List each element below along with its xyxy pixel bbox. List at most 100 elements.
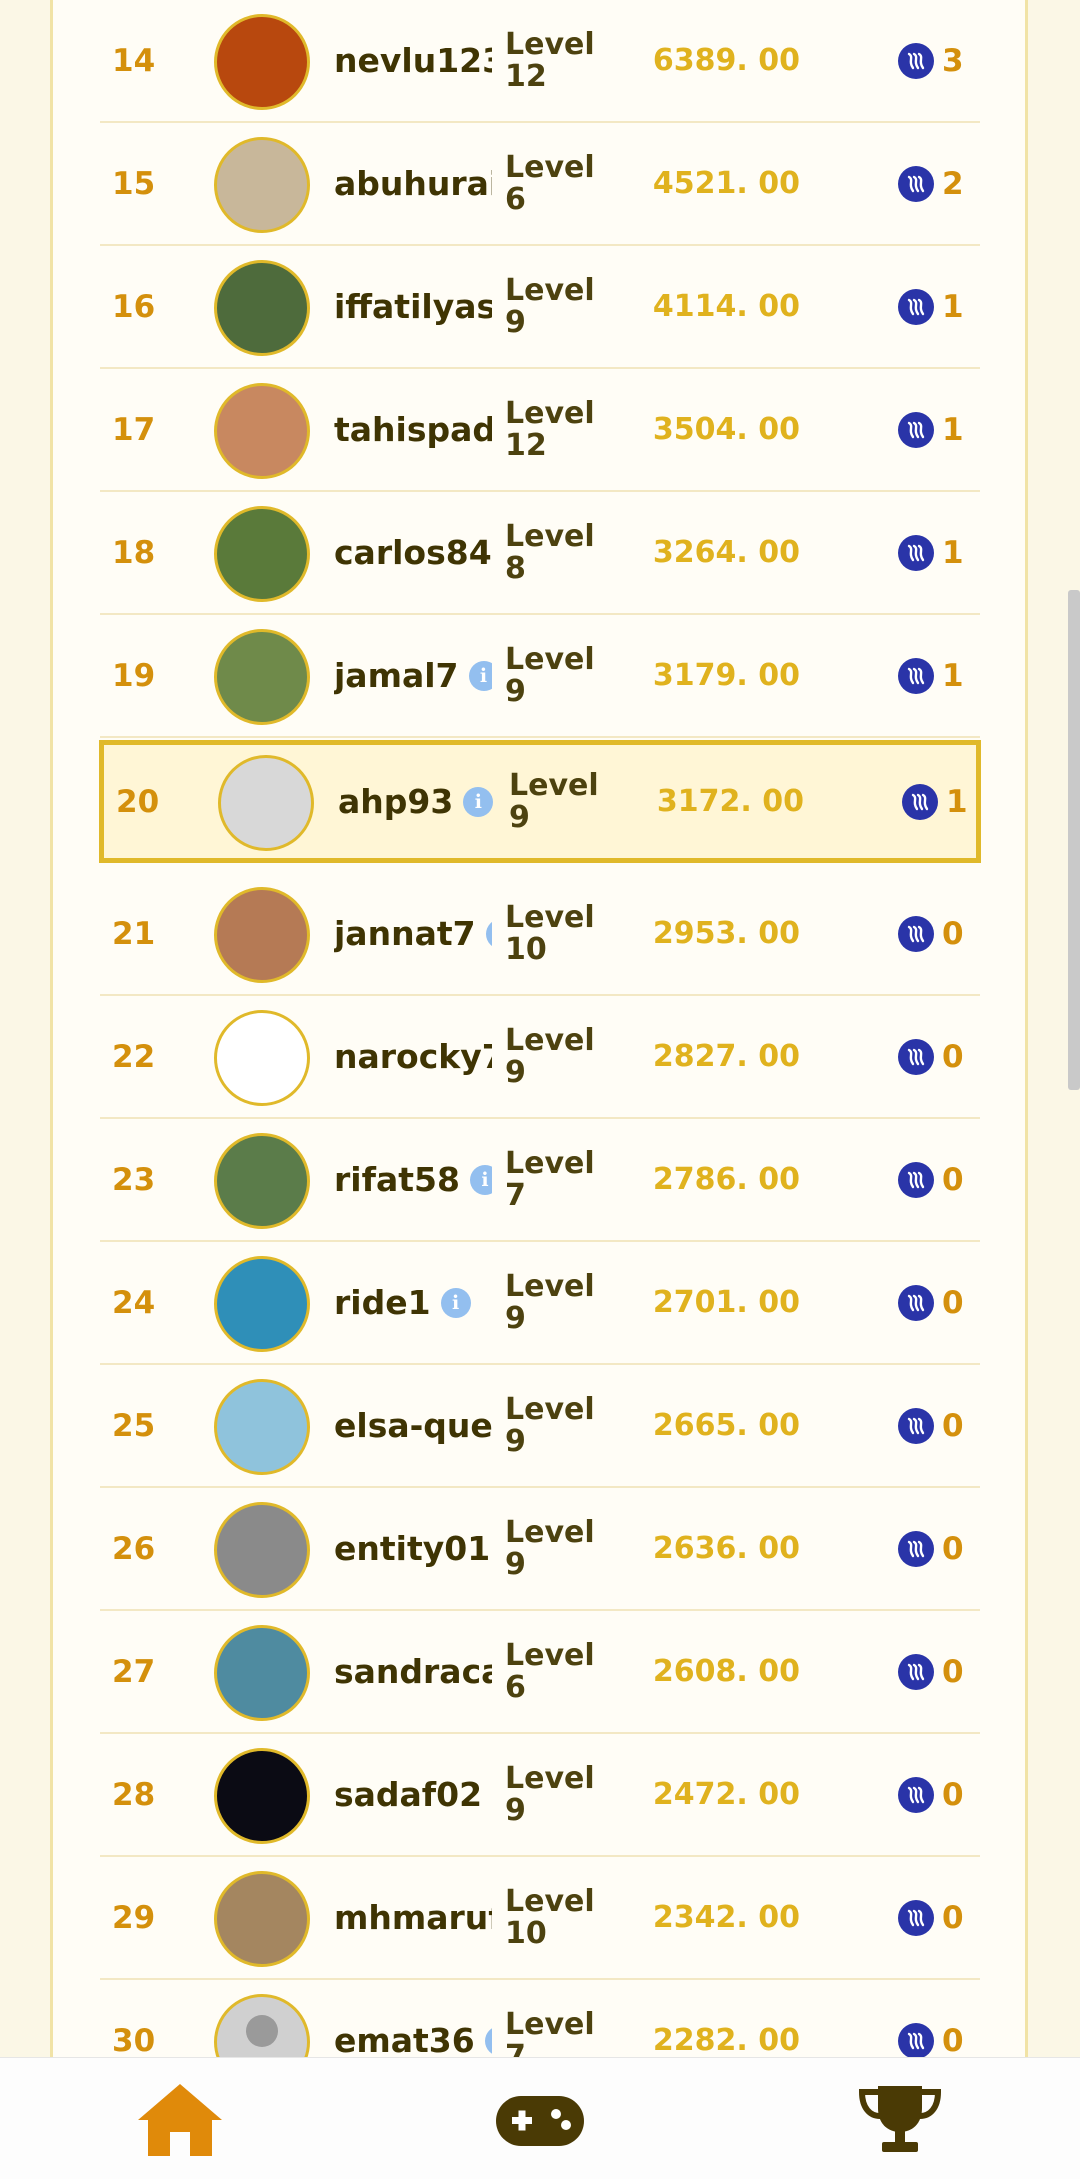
level-label: Level 9 — [505, 642, 595, 709]
username-label: sandraca — [334, 1652, 492, 1691]
reward-count: 0 — [942, 1161, 964, 1198]
avatar[interactable] — [214, 505, 310, 602]
info-icon[interactable]: i — [463, 786, 494, 817]
username[interactable]: nevlu123 — [334, 0, 492, 121]
level-label: Level 6 — [505, 1638, 595, 1705]
table-row[interactable]: 29 mhmaruf Level 10 2342. 00 0 — [100, 1857, 980, 1980]
username-label: carlos84 — [334, 533, 492, 572]
rank-number: 14 — [112, 42, 156, 79]
username[interactable]: carlos84 — [334, 492, 492, 613]
username[interactable]: iffatilyas — [334, 246, 492, 367]
username[interactable]: jamal7 i — [334, 615, 492, 736]
steem-coin-icon — [898, 1407, 934, 1444]
username[interactable]: jannat7 i — [334, 873, 492, 994]
nav-home-button[interactable] — [130, 2078, 230, 2158]
avatar[interactable] — [214, 1624, 310, 1721]
username[interactable]: ahp93 i — [338, 745, 496, 858]
reward-count: 0 — [942, 1407, 964, 1444]
table-row[interactable]: 15 abuhurair Level 6 4521. 00 2 — [100, 123, 980, 246]
avatar[interactable] — [214, 1870, 310, 1967]
info-icon[interactable]: i — [469, 1164, 492, 1195]
rank-number: 17 — [112, 411, 156, 448]
reward-count: 0 — [942, 1653, 964, 1690]
reward-count: 1 — [942, 657, 964, 694]
table-row[interactable]: 22 narocky7 Level 9 2827. 00 0 — [100, 996, 980, 1119]
reward-count: 3 — [942, 42, 964, 79]
rank-number: 18 — [112, 534, 156, 571]
reward-count: 1 — [942, 288, 964, 325]
username[interactable]: abuhurair — [334, 123, 492, 244]
avatar[interactable] — [214, 136, 310, 233]
table-row[interactable]: 24 ride1 i Level 9 2701. 00 0 — [100, 1242, 980, 1365]
username[interactable]: elsa-queen — [334, 1365, 492, 1486]
level-label: Level 10 — [505, 1884, 595, 1951]
nav-games-button[interactable] — [490, 2078, 590, 2158]
avatar[interactable] — [214, 1255, 310, 1352]
reward-count: 2 — [942, 165, 964, 202]
score-value: 2786. 00 — [652, 1162, 800, 1197]
username-label: abuhurair — [334, 164, 492, 203]
score-value: 6389. 00 — [652, 43, 800, 78]
table-row[interactable]: 19 jamal7 i Level 9 3179. 00 1 — [100, 615, 980, 738]
table-row[interactable]: 26 entity01iLevel 9 2636. 00 0 — [100, 1488, 980, 1611]
table-row-current-user[interactable]: 20 ahp93 i Level 9 3172. 00 1 — [99, 740, 981, 863]
rank-number: 25 — [112, 1407, 156, 1444]
level-label: Level 7 — [505, 1146, 595, 1213]
username[interactable]: sandraca — [334, 1611, 492, 1732]
avatar[interactable] — [214, 1747, 310, 1844]
table-row[interactable]: 28 sadaf02iLevel 9 2472. 00 0 — [100, 1734, 980, 1857]
table-row[interactable]: 27 sandraca Level 6 2608. 00 0 — [100, 1611, 980, 1734]
table-row[interactable]: 25 elsa-queen Level 9 2665. 00 0 — [100, 1365, 980, 1488]
score-value: 4114. 00 — [652, 289, 800, 324]
level-label: Level 10 — [505, 900, 595, 967]
table-row[interactable]: 14 nevlu123 Level 12 6389. 00 3 — [100, 0, 980, 123]
avatar[interactable] — [214, 382, 310, 479]
username[interactable]: ride1 i — [334, 1242, 492, 1363]
username[interactable]: entity01i — [334, 1488, 492, 1609]
username-label: narocky7 — [334, 1037, 492, 1076]
avatar[interactable] — [214, 13, 310, 110]
avatar[interactable] — [214, 1132, 310, 1229]
username-label: nevlu123 — [334, 41, 492, 80]
avatar[interactable] — [218, 754, 314, 851]
rank-number: 26 — [112, 1530, 156, 1567]
steem-coin-icon — [898, 1776, 934, 1813]
avatar[interactable] — [214, 628, 310, 725]
username-label: ride1 — [334, 1283, 431, 1322]
level-label: Level 9 — [505, 1515, 595, 1582]
scrollbar[interactable] — [1068, 590, 1080, 1090]
avatar[interactable] — [214, 1009, 310, 1106]
username[interactable]: mhmaruf — [334, 1857, 492, 1978]
username[interactable]: narocky7 — [334, 996, 492, 1117]
username-label: rifat58 — [334, 1160, 460, 1199]
score-value: 3504. 00 — [652, 412, 800, 447]
info-icon[interactable]: i — [484, 2025, 492, 2056]
username[interactable]: rifat58 i — [334, 1119, 492, 1240]
reward-count: 0 — [942, 1038, 964, 1075]
username-label: jamal7 — [334, 656, 459, 695]
table-row[interactable]: 21 jannat7 i Level 10 2953. 00 0 — [100, 873, 980, 996]
info-icon[interactable]: i — [485, 918, 492, 949]
avatar[interactable] — [214, 886, 310, 983]
table-row[interactable]: 23 rifat58 i Level 7 2786. 00 0 — [100, 1119, 980, 1242]
level-label: Level 9 — [505, 1269, 595, 1336]
info-icon[interactable]: i — [468, 660, 492, 691]
username-label: entity01 — [334, 1529, 491, 1568]
rank-number: 16 — [112, 288, 156, 325]
info-icon[interactable]: i — [440, 1287, 471, 1318]
table-row[interactable]: 17 tahispadr Level 12 3504. 00 1 — [100, 369, 980, 492]
avatar[interactable] — [214, 1501, 310, 1598]
rank-number: 28 — [112, 1776, 156, 1813]
avatar[interactable] — [214, 1378, 310, 1475]
score-value: 2636. 00 — [652, 1531, 800, 1566]
avatar[interactable] — [214, 259, 310, 356]
steem-coin-icon — [898, 1038, 934, 1075]
nav-leaderboard-button[interactable] — [850, 2078, 950, 2158]
username[interactable]: tahispadr — [334, 369, 492, 490]
username[interactable]: sadaf02i — [334, 1734, 492, 1855]
level-label: Level 6 — [505, 150, 595, 217]
score-value: 4521. 00 — [652, 166, 800, 201]
username-label: tahispadr — [334, 410, 492, 449]
table-row[interactable]: 16 iffatilyas Level 9 4114. 00 1 — [100, 246, 980, 369]
table-row[interactable]: 18 carlos84 Level 8 3264. 00 1 — [100, 492, 980, 615]
